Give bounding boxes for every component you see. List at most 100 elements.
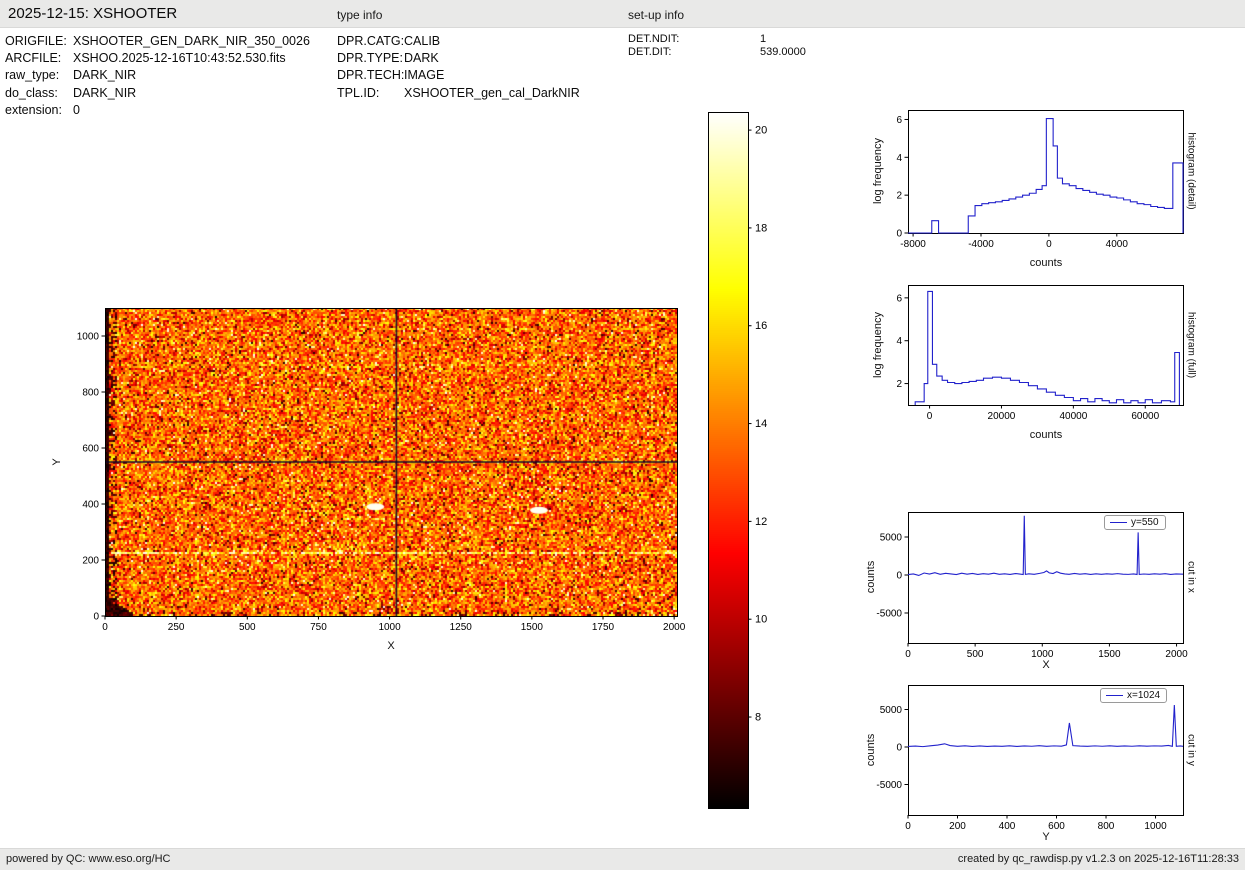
cut-y-side-label: cut in y — [1185, 734, 1197, 766]
meta-label: DPR.TECH: — [337, 68, 405, 83]
cut-y-xaxis-label: Y — [1042, 831, 1050, 843]
header-bar: 2025-12-15: XSHOOTER type info set-up in… — [0, 0, 1245, 28]
hist-full-xaxis-label: counts — [1029, 429, 1063, 441]
meta-label: DPR.TYPE: — [337, 51, 403, 66]
svg-text:200: 200 — [949, 821, 966, 832]
cut-x-legend: y=550 — [1104, 515, 1166, 530]
meta-value: DARK — [404, 51, 439, 66]
svg-text:0: 0 — [93, 612, 99, 623]
svg-text:10: 10 — [755, 614, 767, 626]
svg-text:60000: 60000 — [1131, 411, 1159, 422]
svg-text:-5000: -5000 — [876, 780, 902, 791]
meta-label: extension: — [5, 102, 62, 117]
svg-text:0: 0 — [896, 570, 902, 581]
svg-text:1750: 1750 — [592, 622, 615, 633]
svg-text:-5000: -5000 — [876, 608, 902, 619]
cut-x-xaxis-label: X — [1042, 659, 1050, 671]
svg-text:14: 14 — [755, 418, 767, 430]
cut-x-side-label: cut in x — [1185, 561, 1197, 593]
meta-row-ndit: DET.NDIT: 1 — [628, 33, 806, 46]
meta-value: 539.0000 — [760, 46, 806, 58]
svg-text:5000: 5000 — [880, 532, 903, 543]
meta-row-dprtech: DPR.TECH: IMAGE — [337, 67, 580, 84]
colorbar-gradient — [708, 112, 748, 808]
main-yaxis-label: Y — [51, 458, 63, 466]
meta-label: DPR.CATG: — [337, 34, 405, 48]
meta-label: ARCFILE: — [5, 51, 62, 66]
legend-line-sample — [1110, 522, 1127, 523]
cut-y-legend: x=1024 — [1100, 688, 1168, 703]
svg-text:1000: 1000 — [1144, 821, 1167, 832]
svg-text:16: 16 — [755, 320, 767, 332]
meta-row-doclass: do_class: DARK_NIR — [5, 85, 310, 102]
footer-left-text: powered by QC: www.eso.org/HC — [6, 853, 171, 865]
meta-row-arcfile: ARCFILE: XSHOO.2025-12-16T10:43:52.530.fi… — [5, 50, 310, 67]
svg-text:6: 6 — [896, 115, 902, 126]
svg-text:500: 500 — [967, 649, 984, 660]
svg-text:400: 400 — [999, 821, 1016, 832]
svg-text:18: 18 — [755, 222, 767, 234]
svg-text:750: 750 — [310, 622, 327, 633]
hist-full-yaxis-label: log frequency — [872, 311, 884, 379]
svg-text:20: 20 — [755, 125, 767, 137]
svg-text:600: 600 — [1048, 821, 1065, 832]
svg-text:1250: 1250 — [450, 622, 473, 633]
meta-value: IMAGE — [404, 68, 445, 83]
svg-text:-4000: -4000 — [968, 239, 994, 250]
svg-text:2000: 2000 — [1165, 649, 1188, 660]
meta-row-dit: DET.DIT: 539.0000 — [628, 46, 806, 59]
qc-report-page: 2025-12-15: XSHOOTER type info set-up in… — [0, 0, 1245, 870]
meta-label: TPL.ID: — [337, 85, 380, 100]
svg-text:600: 600 — [82, 444, 99, 455]
svg-text:8: 8 — [755, 712, 761, 724]
meta-row-origfile: ORIGFILE: XSHOOTER_GEN_DARK_NIR_350_0026 — [5, 33, 310, 50]
svg-text:250: 250 — [168, 622, 185, 633]
svg-text:2: 2 — [896, 191, 902, 202]
svg-text:4: 4 — [896, 336, 902, 347]
cut-y-yaxis-label: counts — [865, 733, 877, 767]
meta-label: DET.NDIT: — [628, 33, 680, 45]
hist-full-side-label: histogram (full) — [1185, 311, 1197, 379]
svg-text:0: 0 — [905, 821, 911, 832]
meta-value: XSHOO.2025-12-16T10:43:52.530.fits — [73, 51, 286, 66]
type-info-block: DPR.CATG: CALIB DPR.TYPE: DARK DPR.TECH: IM… — [337, 33, 580, 102]
hist-detail-side-label: histogram (detail) — [1185, 132, 1197, 210]
meta-row-dprtype: DPR.TYPE: DARK — [337, 50, 580, 67]
type-info-heading: type info — [337, 8, 383, 22]
svg-text:200: 200 — [82, 556, 99, 567]
meta-value: XSHOOTER_GEN_DARK_NIR_350_0026 — [73, 34, 310, 48]
meta-value: 1 — [760, 33, 767, 45]
hist-detail-xaxis-label: counts — [1029, 257, 1063, 269]
svg-text:12: 12 — [755, 516, 767, 528]
meta-value: 0 — [73, 102, 80, 117]
svg-text:1500: 1500 — [1098, 649, 1121, 660]
hist-detail-yaxis-label: log frequency — [872, 137, 884, 205]
svg-text:0: 0 — [102, 622, 108, 633]
svg-text:40000: 40000 — [1059, 411, 1087, 422]
meta-label: DET.DIT: — [628, 46, 672, 58]
svg-text:2000: 2000 — [663, 622, 686, 633]
file-info-block: ORIGFILE: XSHOOTER_GEN_DARK_NIR_350_0026 … — [5, 33, 310, 119]
svg-text:0: 0 — [905, 649, 911, 660]
meta-row-rawtype: raw_type: DARK_NIR — [5, 67, 310, 84]
svg-text:0: 0 — [1046, 239, 1052, 250]
page-title: 2025-12-15: XSHOOTER — [8, 5, 178, 22]
svg-text:1000: 1000 — [378, 622, 401, 633]
svg-text:800: 800 — [1098, 821, 1115, 832]
legend-label: y=550 — [1131, 517, 1159, 528]
meta-label: do_class: — [5, 85, 58, 100]
meta-row-dprcatg: DPR.CATG: CALIB — [337, 33, 580, 50]
svg-text:0: 0 — [896, 229, 902, 240]
meta-value: DARK_NIR — [73, 68, 137, 83]
svg-text:400: 400 — [82, 500, 99, 511]
svg-text:20000: 20000 — [988, 411, 1016, 422]
svg-text:800: 800 — [82, 388, 99, 399]
svg-text:1500: 1500 — [521, 622, 544, 633]
meta-row-extension: extension: 0 — [5, 102, 310, 119]
setup-info-block: DET.NDIT: 1 DET.DIT: 539.0000 — [628, 33, 806, 59]
svg-text:0: 0 — [896, 743, 902, 754]
footer-right-text: created by qc_rawdisp.py v1.2.3 on 2025-… — [957, 853, 1239, 865]
svg-text:0: 0 — [927, 411, 933, 422]
svg-text:-8000: -8000 — [900, 239, 926, 250]
svg-text:5000: 5000 — [880, 705, 903, 716]
